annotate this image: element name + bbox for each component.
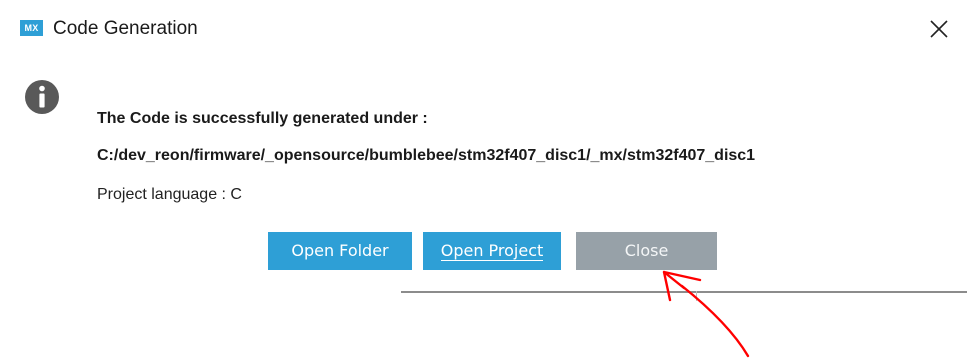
window-title: Code Generation [53, 18, 198, 39]
open-project-button[interactable]: Open Project [423, 232, 561, 270]
generated-path: C:/dev_reon/firmware/_opensource/bumbleb… [97, 147, 756, 164]
app-logo-icon: MX [20, 20, 43, 36]
project-language: Project language : C [97, 186, 242, 203]
title-bar: MX Code Generation [0, 0, 967, 58]
info-icon [25, 80, 59, 114]
open-folder-button[interactable]: Open Folder [268, 232, 412, 270]
red-annotation-arrow-icon [662, 270, 750, 358]
close-x-icon[interactable] [928, 18, 950, 40]
success-message: The Code is successfully generated under… [97, 110, 428, 127]
open-project-label: Open Project [440, 241, 544, 261]
